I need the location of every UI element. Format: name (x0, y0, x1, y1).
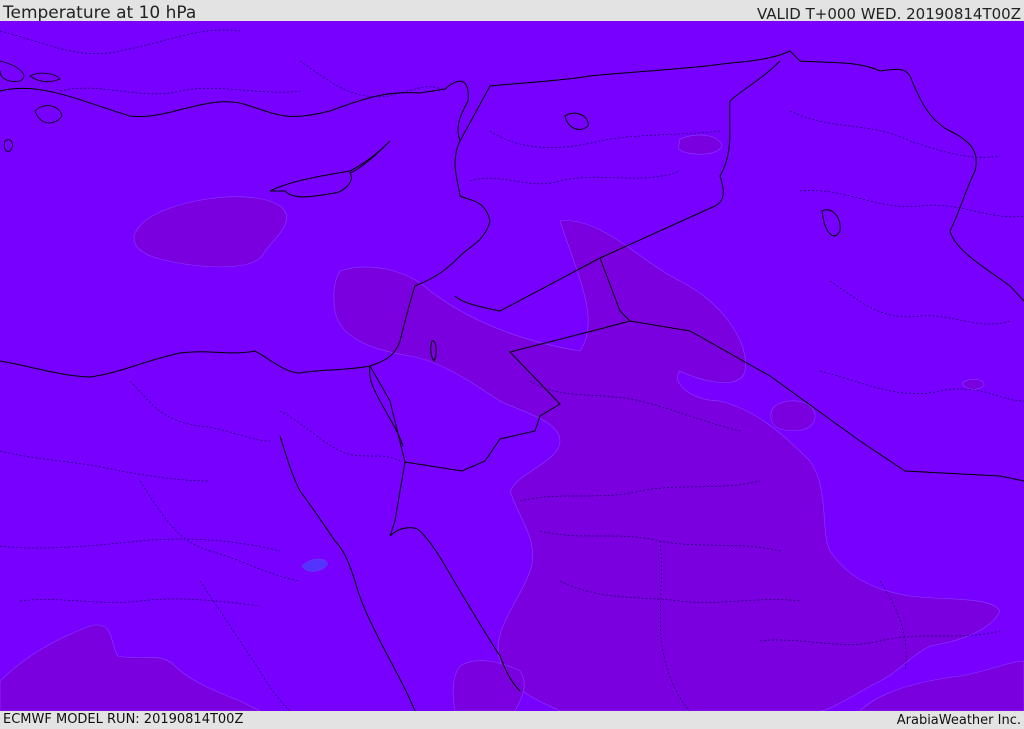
contour-cyprus-east-patch (677, 134, 723, 155)
credit-label: ArabiaWeather Inc. (896, 713, 1021, 728)
contour-iraq-blob (770, 400, 816, 432)
contour-red-sea-south (452, 660, 525, 711)
weather-map[interactable] (0, 21, 1024, 711)
footer-bar: ECMWF MODEL RUN: 20190814T00Z ArabiaWeat… (0, 711, 1024, 729)
model-run-label: ECMWF MODEL RUN: 20190814T00Z (3, 712, 244, 727)
map-title: Temperature at 10 hPa (3, 3, 197, 23)
header-bar: Temperature at 10 hPa VALID T+000 WED. 2… (0, 0, 1024, 23)
